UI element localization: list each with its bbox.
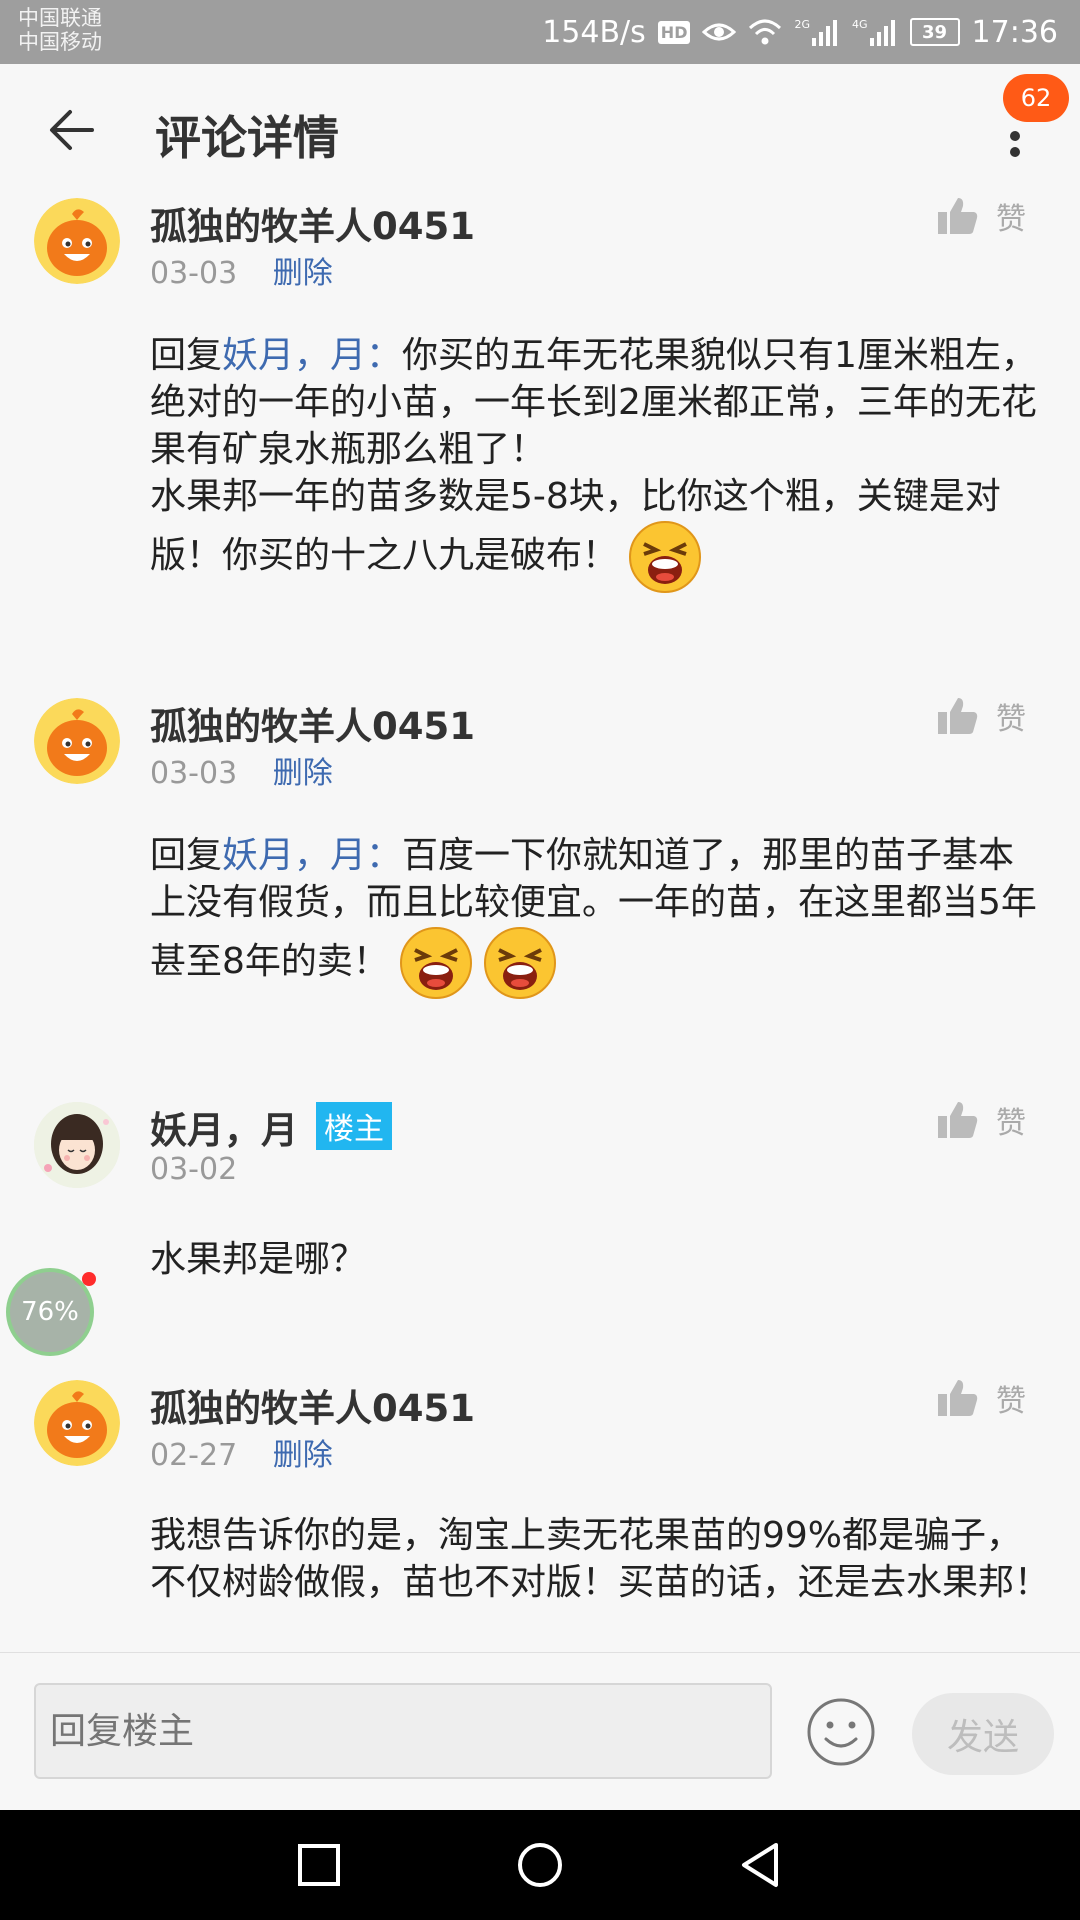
comment-author[interactable]: 孤独的牧羊人0451 [150, 196, 475, 250]
avatar[interactable] [34, 198, 120, 284]
delete-button[interactable]: 删除 [273, 756, 333, 791]
like-button[interactable]: 赞 [936, 194, 1026, 238]
avatar[interactable] [34, 698, 120, 784]
back-button[interactable] [44, 100, 104, 160]
network-type-2: 4G [852, 18, 868, 31]
emoji-button[interactable] [806, 1697, 876, 1767]
smiley-icon [807, 1698, 875, 1766]
comment-text-2: 水果邦一年的苗多数是5-8块，比你这个粗，关键是对版！你买的十之八九是破布！ [150, 476, 1001, 576]
like-button[interactable]: 赞 [936, 1098, 1026, 1142]
like-label: 赞 [996, 1384, 1026, 1419]
like-button[interactable]: 赞 [936, 694, 1026, 738]
like-button[interactable]: 赞 [936, 1376, 1026, 1420]
network-type-1: 2G [794, 18, 810, 31]
send-button[interactable]: 发送 [912, 1693, 1054, 1775]
reply-prefix: 回复 [150, 835, 223, 876]
notification-badge: 62 [1003, 74, 1069, 122]
girl-avatar-icon [34, 1102, 120, 1188]
comment-meta: 02-27 删除 [150, 1430, 333, 1474]
back-nav-icon[interactable] [736, 1840, 786, 1890]
more-vertical-icon [1010, 131, 1020, 157]
battery-icon: 39 [909, 18, 960, 46]
thumbs-up-icon [938, 1102, 978, 1138]
thumbs-up-icon [938, 1380, 978, 1416]
more-button[interactable] [990, 114, 1040, 174]
comment-body: 回复妖月，月：你买的五年无花果貌似只有1厘米粗左，绝对的一年的小苗，一年长到2厘… [150, 332, 1050, 594]
comment-author[interactable]: 孤独的牧羊人0451 [150, 696, 475, 750]
thumbs-up-icon [938, 698, 978, 734]
reply-target-link[interactable]: 妖月，月： [222, 835, 402, 876]
home-icon[interactable] [515, 1840, 565, 1890]
orange-mascot-icon [34, 198, 120, 284]
like-label: 赞 [996, 1106, 1026, 1141]
clock: 17:36 [971, 14, 1058, 50]
owner-badge: 楼主 [316, 1102, 392, 1150]
comment-body: 水果邦是哪？ [150, 1239, 367, 1280]
notification-dot [82, 1272, 96, 1286]
reply-input[interactable] [34, 1683, 772, 1779]
reply-target-link[interactable]: 妖月，月： [222, 335, 402, 376]
comment-date: 02-27 [150, 1438, 238, 1473]
comment-date: 03-03 [150, 756, 238, 791]
system-nav-bar [0, 1810, 1080, 1920]
delete-button[interactable]: 删除 [273, 1438, 333, 1473]
avatar[interactable] [34, 1380, 120, 1466]
like-label: 赞 [996, 202, 1026, 237]
comment-author[interactable]: 孤独的牧羊人0451 [150, 1378, 475, 1432]
back-arrow-icon [50, 110, 94, 150]
like-label: 赞 [996, 702, 1026, 737]
reply-prefix: 回复 [150, 335, 223, 376]
floating-progress-ball[interactable]: 76% [6, 1268, 94, 1356]
carrier-info: 中国联通 中国移动 [18, 6, 102, 54]
eye-icon [702, 20, 737, 44]
carrier-2: 中国移动 [18, 30, 102, 54]
comment-meta: 03-03 删除 [150, 248, 333, 292]
comment-author[interactable]: 妖月，月 楼主 [150, 1100, 392, 1154]
avatar[interactable] [34, 1102, 120, 1188]
author-name: 妖月，月 [150, 1109, 298, 1152]
recent-apps-icon[interactable] [294, 1840, 344, 1890]
carrier-1: 中国联通 [18, 6, 102, 30]
orange-mascot-icon [34, 698, 120, 784]
wifi-icon [748, 18, 782, 46]
comment-body: 我想告诉你的是，淘宝上卖无花果苗的99%都是骗子，不仅树龄做假，苗也不对版！买苗… [150, 1515, 1051, 1603]
laughing-emoji-icon [399, 927, 472, 999]
comment-date: 03-03 [150, 256, 238, 291]
comment-body: 回复妖月，月：百度一下你就知道了，那里的苗子基本上没有假货，而且比较便宜。一年的… [150, 832, 1050, 1000]
network-speed: 154B/s [542, 14, 646, 50]
comment-date: 03-02 [150, 1152, 238, 1187]
page-title: 评论详情 [155, 111, 339, 165]
orange-mascot-icon [34, 1380, 120, 1466]
signal-2g-icon: 2G [794, 18, 840, 46]
reply-bar: 发送 [0, 1652, 1080, 1811]
hd-icon: HD [657, 20, 691, 44]
thumbs-up-icon [938, 198, 978, 234]
signal-4g-icon: 4G [852, 18, 898, 46]
comment-meta: 03-03 删除 [150, 748, 333, 792]
app-header: 评论详情 62 [0, 64, 1080, 190]
laughing-emoji-icon [629, 521, 702, 593]
status-icons: 154B/s HD 2G 4G 39 17:36 [542, 0, 1058, 64]
delete-button[interactable]: 删除 [273, 256, 333, 291]
status-bar: 中国联通 中国移动 154B/s HD 2G 4G 39 17:36 [0, 0, 1080, 64]
laughing-emoji-icon [483, 927, 556, 999]
